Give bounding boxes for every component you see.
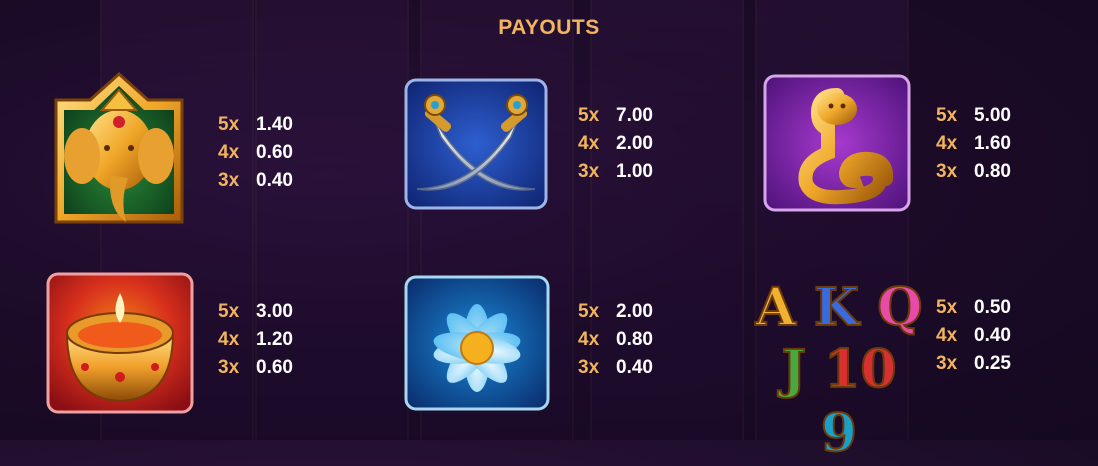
payout-row: 4x 0.40 [936, 322, 1011, 350]
payout-value: 2.00 [616, 133, 653, 154]
payout-row: 4x 1.60 [936, 130, 1011, 158]
multiplier-label: 4x [218, 329, 240, 350]
crossed-daggers-payout-table: 5x 7.00 4x 2.00 3x 1.00 [578, 102, 653, 186]
payout-row: 5x 1.40 [218, 111, 293, 139]
payout-row: 3x 1.00 [578, 158, 653, 186]
payout-value: 1.20 [256, 329, 293, 350]
card-royals-payout-table: 5x 0.50 4x 0.40 3x 0.25 [936, 294, 1011, 378]
crossed-daggers-symbol-icon [403, 77, 549, 211]
payout-value: 0.40 [616, 357, 653, 378]
multiplier-label: 4x [578, 133, 600, 154]
payout-row: 5x 2.00 [578, 298, 653, 326]
payout-value: 3.00 [256, 301, 293, 322]
payout-row: 4x 1.20 [218, 326, 293, 354]
payout-value: 0.25 [974, 353, 1011, 374]
multiplier-label: 4x [936, 133, 958, 154]
payout-value: 2.00 [616, 301, 653, 322]
multiplier-label: 5x [578, 301, 600, 322]
payout-value: 0.60 [256, 142, 293, 163]
multiplier-label: 5x [936, 105, 958, 126]
multiplier-label: 3x [218, 357, 240, 378]
diya-lamp-payout-table: 5x 3.00 4x 1.20 3x 0.60 [218, 298, 293, 382]
multiplier-label: 3x [578, 161, 600, 182]
multiplier-label: 4x [218, 142, 240, 163]
payout-value: 0.50 [974, 297, 1011, 318]
payout-row: 4x 0.80 [578, 326, 653, 354]
number-9: 9 [820, 402, 858, 465]
payout-row: 3x 0.60 [218, 354, 293, 382]
blue-lotus-payout-table: 5x 2.00 4x 0.80 3x 0.40 [578, 298, 653, 382]
letter-j: J [780, 338, 807, 401]
payout-row: 3x 0.25 [936, 350, 1011, 378]
payout-row: 3x 0.80 [936, 158, 1011, 186]
payouts-title: PAYOUTS [498, 16, 600, 39]
multiplier-label: 3x [936, 353, 958, 374]
royals-row-bottom: J 10 9 [755, 338, 923, 466]
golden-cobra-symbol-icon [762, 73, 912, 213]
payout-value: 5.00 [974, 105, 1011, 126]
payout-value: 1.00 [616, 161, 653, 182]
letter-k: K [813, 277, 860, 339]
payout-value: 7.00 [616, 105, 653, 126]
diya-lamp-symbol-icon [45, 271, 195, 415]
payout-value: 1.40 [256, 114, 293, 135]
payout-row: 4x 2.00 [578, 130, 653, 158]
payout-row: 5x 7.00 [578, 102, 653, 130]
multiplier-label: 4x [936, 325, 958, 346]
letter-a: A [754, 277, 796, 339]
payout-row: 3x 0.40 [218, 167, 293, 195]
payout-value: 0.80 [616, 329, 653, 350]
blue-lotus-symbol-icon [403, 274, 551, 412]
payout-value: 0.80 [974, 161, 1011, 182]
multiplier-label: 3x [936, 161, 958, 182]
multiplier-label: 5x [578, 105, 600, 126]
multiplier-label: 4x [578, 329, 600, 350]
payout-row: 4x 0.60 [218, 139, 293, 167]
golden-cobra-payout-table: 5x 5.00 4x 1.60 3x 0.80 [936, 102, 1011, 186]
payout-row: 5x 3.00 [218, 298, 293, 326]
multiplier-label: 3x [578, 357, 600, 378]
royals-row-top: A K Q [754, 277, 923, 339]
payout-row: 5x 0.50 [936, 294, 1011, 322]
payout-value: 0.40 [256, 170, 293, 191]
payout-value: 0.40 [974, 325, 1011, 346]
multiplier-label: 5x [218, 114, 240, 135]
ganesha-payout-table: 5x 1.40 4x 0.60 3x 0.40 [218, 111, 293, 195]
multiplier-label: 3x [218, 170, 240, 191]
payout-row: 3x 0.40 [578, 354, 653, 382]
multiplier-label: 5x [218, 301, 240, 322]
payout-value: 1.60 [974, 133, 1011, 154]
card-royals-symbol: A K Q J 10 9 [754, 277, 923, 466]
number-10: 10 [823, 338, 897, 401]
multiplier-label: 5x [936, 297, 958, 318]
payout-value: 0.60 [256, 357, 293, 378]
payout-row: 5x 5.00 [936, 102, 1011, 130]
ganesha-symbol-icon [50, 70, 188, 230]
letter-q: Q [876, 277, 923, 339]
